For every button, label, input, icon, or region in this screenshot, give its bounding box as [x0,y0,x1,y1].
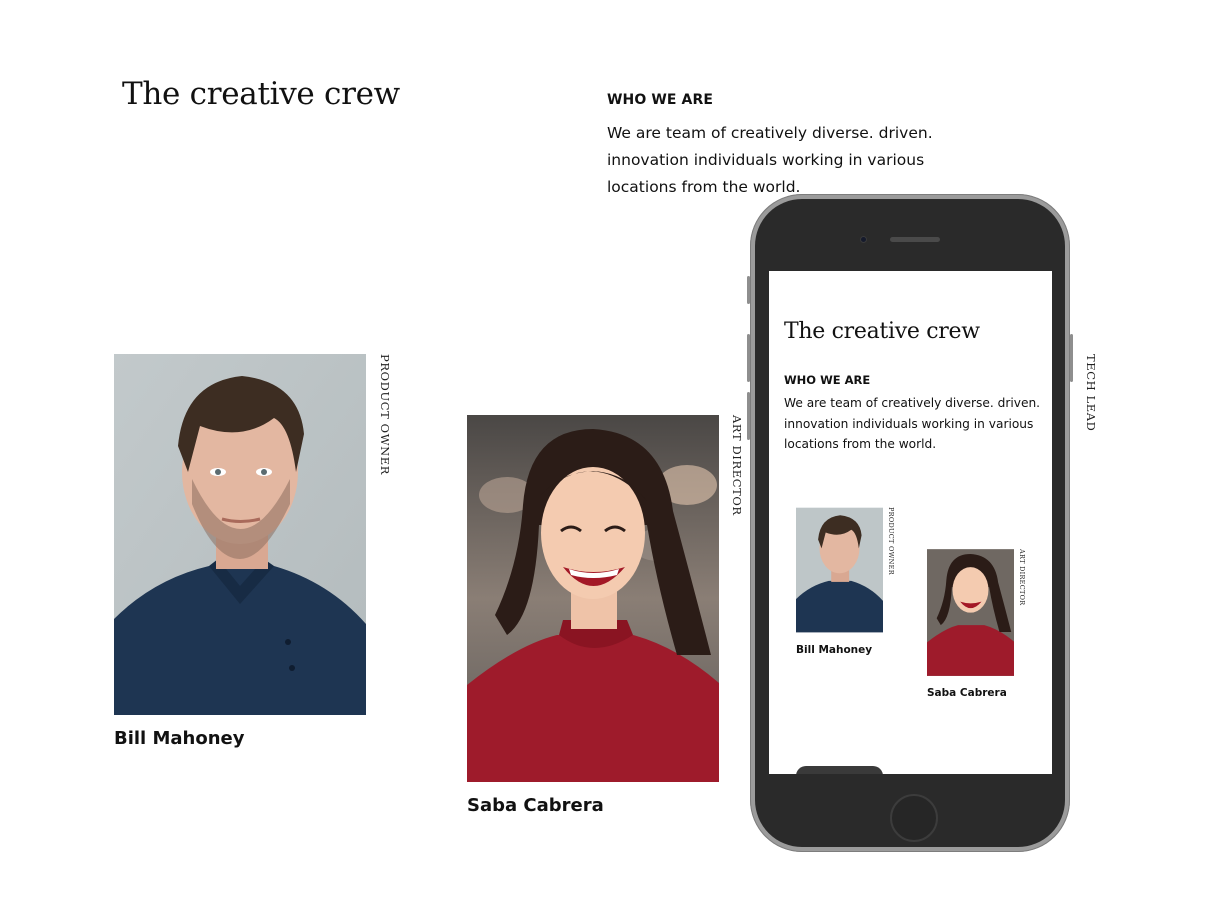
role-label-product-owner: PRODUCT OWNER [378,354,392,476]
who-we-are-text: We are team of creatively diverse. drive… [607,124,933,196]
phone-bill-mahoney-photo [796,507,883,633]
phone-page-title: The creative crew [784,319,980,344]
phone-volume-up [747,334,750,382]
phone-role-label-product-owner: PRODUCT OWNER [887,507,895,575]
phone-who-we-are-text: We are team of creatively diverse. drive… [784,396,1041,451]
phone-volume-down [747,392,750,440]
member-name-bill-mahoney: Bill Mahoney [114,728,245,749]
phone-next-member-photo [796,766,883,774]
who-we-are-heading: WHO WE ARE [607,92,713,108]
role-label-art-director: ART DIRECTOR [730,415,744,516]
saba-cabrera-photo [467,415,719,782]
bill-mahoney-photo [114,354,366,715]
phone-saba-cabrera-photo [927,549,1014,676]
phone-role-label-art-director: ART DIRECTOR [1018,549,1026,606]
phone-home-button [890,794,938,842]
phone-screen: The creative crew WHO WE ARE We are team… [769,271,1052,774]
member-name-saba-cabrera: Saba Cabrera [467,795,604,816]
phone-who-we-are-heading: WHO WE ARE [784,373,871,387]
page-title: The creative crew [122,76,400,112]
phone-power-button [1070,334,1073,382]
phone-member-name-saba-cabrera: Saba Cabrera [927,687,1007,699]
phone-member-name-bill-mahoney: Bill Mahoney [796,644,873,656]
role-label-tech-lead: TECH LEAD [1084,354,1098,432]
phone-mute-switch [747,276,750,304]
phone-speaker [890,237,940,242]
phone-camera [861,237,866,242]
